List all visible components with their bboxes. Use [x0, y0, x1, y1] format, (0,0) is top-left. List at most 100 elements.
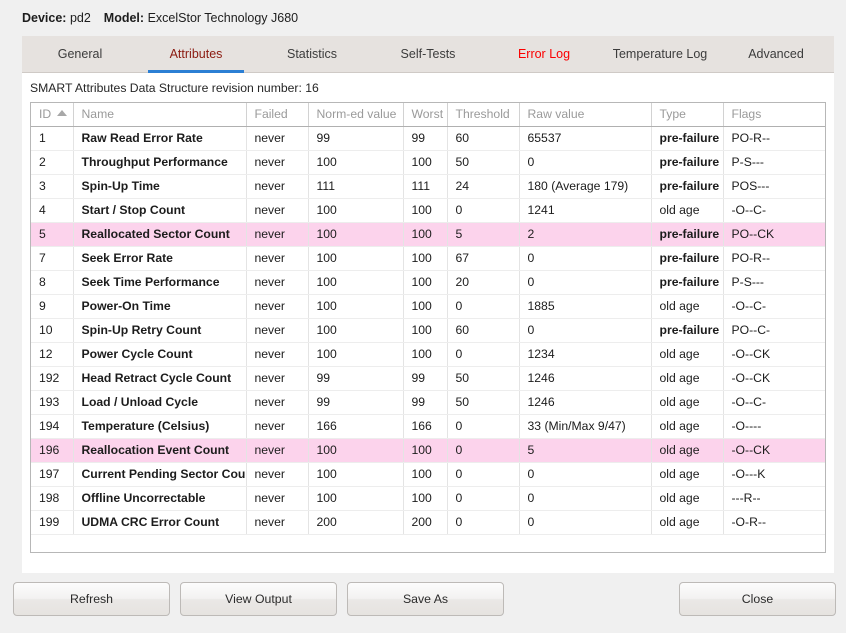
cell-raw: 0 — [519, 486, 652, 511]
view-output-button[interactable]: View Output — [180, 582, 337, 616]
column-header-raw[interactable]: Raw value — [519, 103, 652, 127]
cell-failed: never — [246, 390, 309, 415]
cell-name: Reallocation Event Count — [73, 438, 247, 463]
cell-failed: never — [246, 246, 309, 271]
cell-raw: 2 — [519, 222, 652, 247]
cell-threshold: 0 — [447, 198, 520, 223]
table-row[interactable]: 10 Spin-Up Retry Count never 100 100 60 0 pre-f… — [31, 318, 825, 343]
table-row[interactable]: 197 Current Pending Sector Count never 100 1… — [31, 462, 825, 487]
cell-id: 10 — [31, 318, 74, 343]
column-header-type[interactable]: Type — [651, 103, 724, 127]
cell-name: Current Pending Sector Count — [73, 462, 247, 487]
cell-id: 3 — [31, 174, 74, 199]
cell-id: 12 — [31, 342, 74, 367]
table-row[interactable]: 3 Spin-Up Time never 111 111 24 180 (Average 1… — [31, 174, 825, 199]
sort-ascending-icon — [57, 110, 68, 116]
cell-threshold: 67 — [447, 246, 520, 271]
cell-threshold: 0 — [447, 294, 520, 319]
refresh-button[interactable]: Refresh — [13, 582, 170, 616]
cell-threshold: 0 — [447, 462, 520, 487]
table-row[interactable]: 4 Start / Stop Count never 100 100 0 1241 old a… — [31, 198, 825, 223]
cell-type: old age — [651, 366, 724, 391]
table-body: 1 Raw Read Error Rate never 99 99 60 65537 pre-… — [31, 126, 825, 535]
table-row[interactable]: 12 Power Cycle Count never 100 100 0 1234 old a… — [31, 342, 825, 367]
column-header-flags[interactable]: Flags — [723, 103, 825, 127]
table-row[interactable]: 5 Reallocated Sector Count never 100 100 5 2 pr… — [31, 222, 825, 247]
tab-self-tests[interactable]: Self-Tests — [370, 36, 486, 72]
cell-name: Raw Read Error Rate — [73, 126, 247, 151]
column-header-threshold[interactable]: Threshold — [447, 103, 520, 127]
cell-id: 8 — [31, 270, 74, 295]
save-as-button[interactable]: Save As — [347, 582, 504, 616]
tab-advanced[interactable]: Advanced — [718, 36, 834, 72]
cell-name: Spin-Up Retry Count — [73, 318, 247, 343]
table-row[interactable]: 194 Temperature (Celsius) never 166 166 0 33 (… — [31, 414, 825, 439]
column-header-name[interactable]: Name — [73, 103, 247, 127]
cell-normed: 166 — [308, 414, 404, 439]
cell-normed: 100 — [308, 150, 404, 175]
cell-threshold: 50 — [447, 390, 520, 415]
cell-name: Reallocated Sector Count — [73, 222, 247, 247]
cell-type: old age — [651, 294, 724, 319]
cell-id: 192 — [31, 366, 74, 391]
cell-failed: never — [246, 366, 309, 391]
cell-raw: 5 — [519, 438, 652, 463]
column-header-worst[interactable]: Worst — [403, 103, 448, 127]
cell-raw: 0 — [519, 318, 652, 343]
close-button[interactable]: Close — [679, 582, 836, 616]
table-row[interactable]: 193 Load / Unload Cycle never 99 99 50 1246 old… — [31, 390, 825, 415]
table-row[interactable]: 1 Raw Read Error Rate never 99 99 60 65537 pre-… — [31, 126, 825, 151]
cell-failed: never — [246, 510, 309, 535]
cell-type: old age — [651, 414, 724, 439]
table-row[interactable]: 192 Head Retract Cycle Count never 99 99 50 12… — [31, 366, 825, 391]
table-row[interactable]: 9 Power-On Time never 100 100 0 1885 old age -O-… — [31, 294, 825, 319]
cell-name: Temperature (Celsius) — [73, 414, 247, 439]
table-row[interactable]: 2 Throughput Performance never 100 100 50 0 pre… — [31, 150, 825, 175]
cell-raw: 0 — [519, 150, 652, 175]
cell-threshold: 50 — [447, 366, 520, 391]
cell-raw: 1234 — [519, 342, 652, 367]
cell-type: pre-failure — [651, 174, 724, 199]
table-row[interactable]: 8 Seek Time Performance never 100 100 20 0 pre-… — [31, 270, 825, 295]
cell-worst: 166 — [403, 414, 448, 439]
cell-threshold: 0 — [447, 510, 520, 535]
cell-worst: 100 — [403, 222, 448, 247]
cell-raw: 0 — [519, 510, 652, 535]
cell-normed: 100 — [308, 342, 404, 367]
cell-type: old age — [651, 510, 724, 535]
cell-flags: PO-R-- — [723, 126, 825, 151]
cell-name: Head Retract Cycle Count — [73, 366, 247, 391]
cell-flags: PO--C- — [723, 318, 825, 343]
cell-threshold: 60 — [447, 126, 520, 151]
tab-general[interactable]: General — [22, 36, 138, 72]
cell-worst: 100 — [403, 198, 448, 223]
cell-failed: never — [246, 126, 309, 151]
cell-threshold: 0 — [447, 486, 520, 511]
table-row[interactable]: 199 UDMA CRC Error Count never 200 200 0 0 old … — [31, 510, 825, 535]
table-row[interactable]: 198 Offline Uncorrectable never 100 100 0 0 old… — [31, 486, 825, 511]
cell-worst: 100 — [403, 294, 448, 319]
cell-type: pre-failure — [651, 222, 724, 247]
cell-flags: POS--- — [723, 174, 825, 199]
table-row[interactable]: 196 Reallocation Event Count never 100 100 0 5… — [31, 438, 825, 463]
table-row[interactable]: 7 Seek Error Rate never 100 100 67 0 pre-failur… — [31, 246, 825, 271]
tab-attributes[interactable]: Attributes — [138, 36, 254, 72]
attributes-panel: SMART Attributes Data Structure revision… — [22, 73, 834, 573]
column-header-normed[interactable]: Norm-ed value — [308, 103, 404, 127]
column-header-failed[interactable]: Failed — [246, 103, 309, 127]
tab-error-log[interactable]: Error Log — [486, 36, 602, 72]
cell-raw: 0 — [519, 462, 652, 487]
tab-temperature-log[interactable]: Temperature Log — [602, 36, 718, 72]
cell-worst: 111 — [403, 174, 448, 199]
cell-worst: 99 — [403, 126, 448, 151]
cell-raw: 65537 — [519, 126, 652, 151]
cell-threshold: 60 — [447, 318, 520, 343]
cell-flags: -O---K — [723, 462, 825, 487]
cell-threshold: 20 — [447, 270, 520, 295]
cell-worst: 100 — [403, 318, 448, 343]
cell-type: pre-failure — [651, 318, 724, 343]
tab-statistics[interactable]: Statistics — [254, 36, 370, 72]
cell-raw: 1885 — [519, 294, 652, 319]
cell-failed: never — [246, 462, 309, 487]
column-header-id[interactable]: ID — [31, 103, 74, 127]
